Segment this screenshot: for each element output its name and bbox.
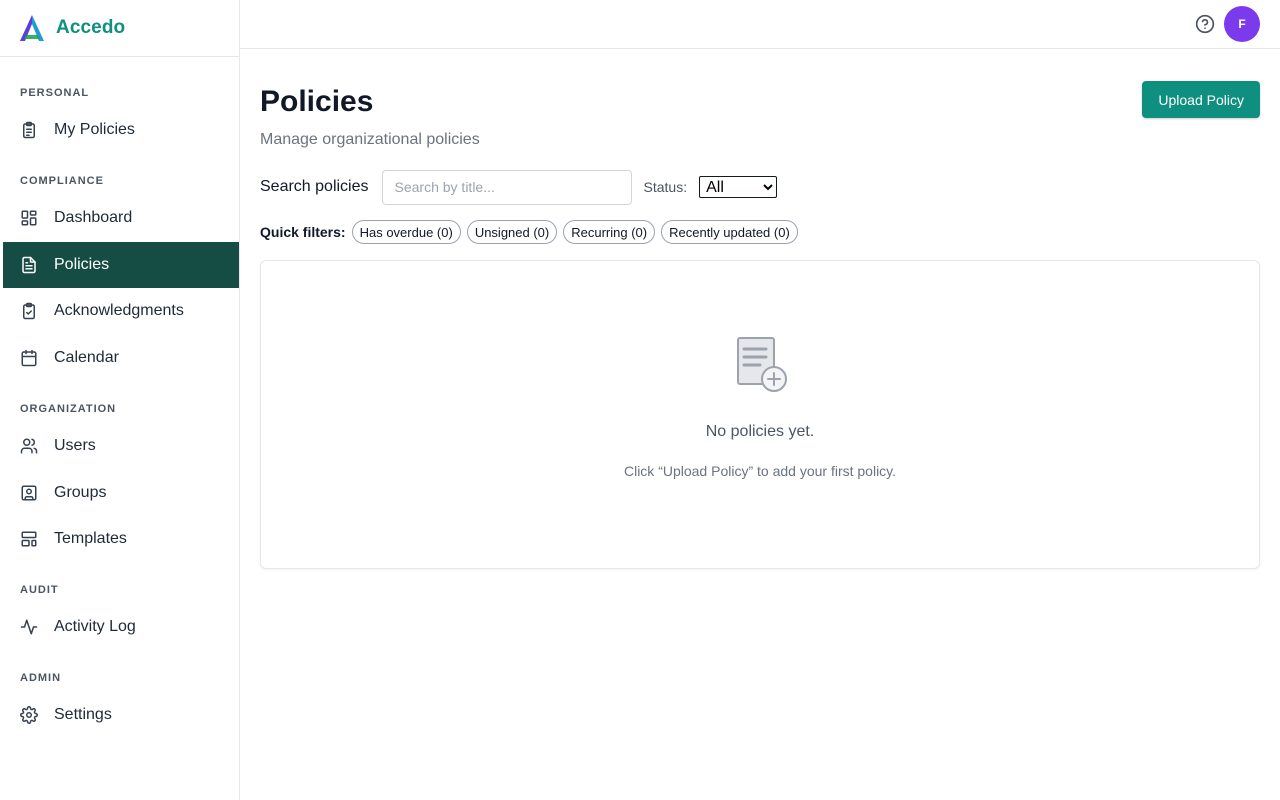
users-icon	[20, 437, 38, 455]
sidebar-nav: PERSONAL My Policies COMPLIANCE Dashboar…	[0, 57, 239, 738]
upload-policy-button[interactable]: Upload Policy	[1142, 81, 1260, 118]
sidebar-item-calendar[interactable]: Calendar	[3, 335, 239, 381]
section-label-admin: ADMIN	[20, 672, 62, 684]
document-add-icon	[737, 337, 787, 392]
sidebar-item-label: Groups	[54, 484, 107, 501]
sidebar-item-label: Acknowledgments	[54, 302, 184, 319]
empty-state-title: No policies yet.	[705, 423, 815, 440]
sidebar-item-policies[interactable]: Policies	[3, 242, 239, 288]
brand[interactable]: Accedo	[0, 0, 239, 57]
activity-icon	[20, 618, 38, 636]
section-label-audit: AUDIT	[20, 584, 59, 596]
document-icon	[20, 256, 38, 274]
sidebar-item-acknowledgments[interactable]: Acknowledgments	[3, 288, 239, 334]
topbar: F	[240, 0, 1280, 49]
sidebar-item-label: Dashboard	[54, 209, 133, 226]
page-subtitle: Manage organizational policies	[260, 131, 480, 148]
filter-chip-unsigned[interactable]: Unsigned (0)	[466, 220, 558, 244]
sidebar-item-users[interactable]: Users	[3, 423, 239, 469]
filter-chip-recently-updated[interactable]: Recently updated (0)	[661, 220, 798, 244]
filter-chip-recurring[interactable]: Recurring (0)	[563, 220, 656, 244]
clipboard-list-icon	[20, 121, 38, 139]
gear-icon	[20, 706, 38, 724]
empty-state-hint: Click “Upload Policy” to add your first …	[623, 463, 897, 479]
sidebar-item-label: Activity Log	[54, 618, 136, 635]
dashboard-grid-icon	[20, 209, 38, 227]
sidebar-item-label: Settings	[54, 706, 112, 723]
avatar[interactable]: F	[1224, 6, 1260, 42]
empty-state-card: No policies yet. Click “Upload Policy” t…	[260, 260, 1260, 569]
sidebar-item-settings[interactable]: Settings	[3, 692, 239, 738]
sidebar-item-label: Users	[54, 437, 96, 454]
sidebar-item-my-policies[interactable]: My Policies	[3, 107, 239, 153]
sidebar-item-label: Calendar	[54, 349, 119, 366]
layout-template-icon	[20, 530, 38, 548]
search-row: Search policies Status: All	[260, 169, 778, 205]
sidebar-item-activity-log[interactable]: Activity Log	[3, 604, 239, 650]
status-select[interactable]: All	[699, 176, 778, 198]
filter-chip-has-overdue[interactable]: Has overdue (0)	[351, 220, 461, 244]
sidebar-item-label: My Policies	[54, 121, 135, 138]
clipboard-check-icon	[20, 302, 38, 320]
sidebar-item-groups[interactable]: Groups	[3, 470, 239, 516]
section-label-personal: PERSONAL	[20, 87, 90, 99]
sidebar: Accedo PERSONAL My Policies COMPLIANCE D…	[0, 0, 240, 800]
sidebar-item-dashboard[interactable]: Dashboard	[3, 195, 239, 241]
status-label: Status:	[643, 179, 688, 195]
help-circle-icon[interactable]	[1195, 14, 1215, 34]
sidebar-item-label: Policies	[54, 256, 110, 273]
accedo-logo-icon	[20, 15, 44, 41]
section-label-compliance: COMPLIANCE	[20, 175, 104, 187]
sidebar-item-templates[interactable]: Templates	[3, 516, 239, 562]
contact-icon	[20, 484, 38, 502]
quick-filters: Quick filters: Has overdue (0) Unsigned …	[260, 219, 804, 245]
quick-filters-label: Quick filters:	[260, 224, 346, 240]
section-label-organization: ORGANIZATION	[20, 403, 117, 415]
search-label: Search policies	[260, 178, 369, 195]
search-input[interactable]	[381, 169, 632, 205]
calendar-icon	[20, 349, 38, 367]
brand-name: Accedo	[56, 17, 126, 38]
sidebar-item-label: Templates	[54, 530, 127, 547]
page-title: Policies	[260, 85, 374, 118]
